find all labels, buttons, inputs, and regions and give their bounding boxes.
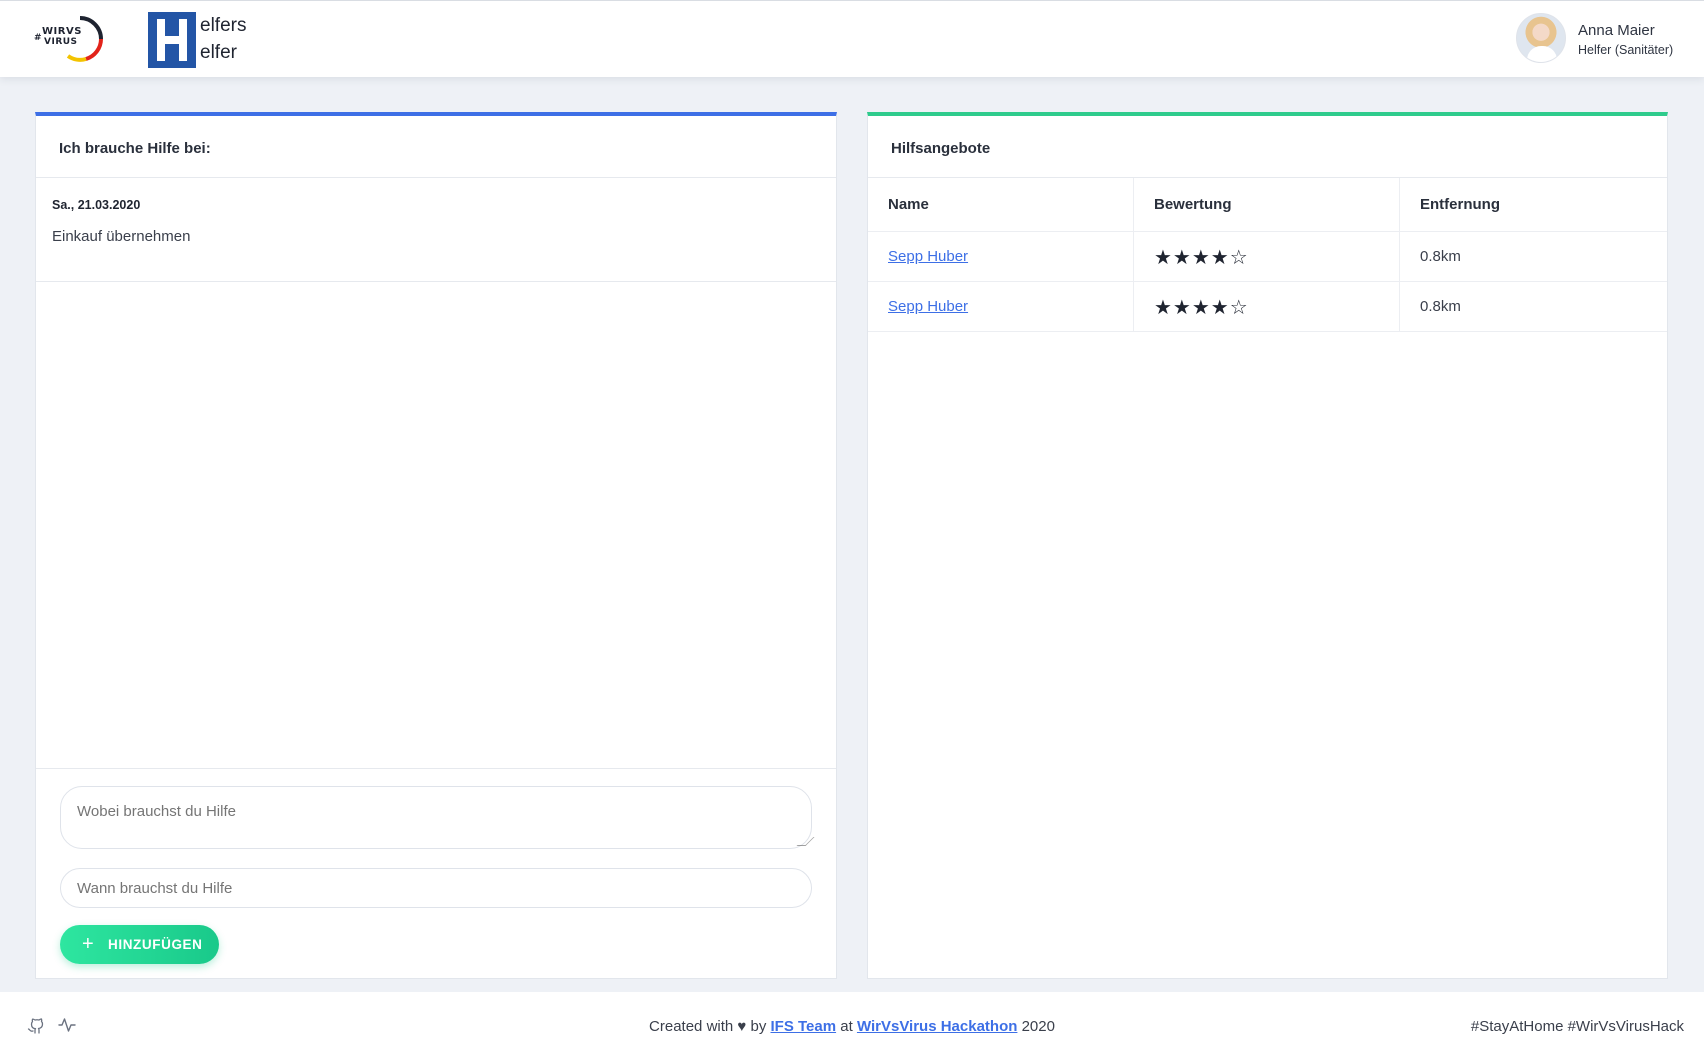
column-header-rating[interactable]: Bewertung	[1134, 178, 1400, 231]
user-role: Helfer (Sanitäter)	[1578, 43, 1674, 57]
list-item: Sa., 21.03.2020 Einkauf übernehmen	[36, 178, 836, 282]
help-request-title: Ich brauche Hilfe bei:	[36, 116, 836, 178]
ifs-team-link[interactable]: IFS Team	[771, 1018, 837, 1035]
column-header-distance[interactable]: Entfernung	[1400, 178, 1668, 231]
helfers-helfer-logo[interactable]: elfers elfer	[148, 12, 258, 68]
wirvsvirus-logo[interactable]: # WIRVS VIRUS	[30, 15, 108, 63]
credit-prefix: Created with ♥ by	[649, 1018, 771, 1035]
table-header-row: Name Bewertung Entfernung	[868, 178, 1667, 232]
table-cell-rating: ★★★★☆	[1134, 282, 1400, 331]
logo-word-1: elfers	[200, 15, 247, 36]
plus-icon: +	[82, 933, 95, 955]
request-date: Sa., 21.03.2020	[52, 198, 141, 212]
user-name: Anna Maier	[1578, 22, 1655, 39]
footer: Created with ♥ by IFS Team at WirVsVirus…	[0, 992, 1704, 1057]
table-cell-name: Sepp Huber	[868, 282, 1134, 331]
table-cell-name: Sepp Huber	[868, 232, 1134, 281]
wirvsvirus-line1: WIRVS	[42, 26, 82, 37]
add-request-form: + HINZUFÜGEN	[36, 768, 836, 979]
help-offers-card: Hilfsangebote Name Bewertung Entfernung …	[867, 112, 1668, 979]
footer-credit: Created with ♥ by IFS Team at WirVsVirus…	[0, 1018, 1704, 1035]
h-logo-icon	[148, 12, 196, 68]
table-cell-distance: 0.8km	[1420, 248, 1461, 265]
column-header-name[interactable]: Name	[868, 178, 1134, 231]
star-rating-icon: ★★★★☆	[1154, 245, 1249, 269]
table-cell-rating: ★★★★☆	[1134, 232, 1400, 281]
user-profile[interactable]: Anna Maier Helfer (Sanitäter)	[1516, 13, 1686, 65]
table-row: Sepp Huber ★★★★☆ 0.8km	[868, 282, 1667, 332]
credit-year: 2020	[1017, 1018, 1055, 1035]
footer-hashtags: #StayAtHome #WirVsVirusHack	[1470, 1018, 1684, 1035]
table-row: Sepp Huber ★★★★☆ 0.8km	[868, 232, 1667, 282]
hackathon-link[interactable]: WirVsVirus Hackathon	[857, 1018, 1017, 1035]
star-rating-icon: ★★★★☆	[1154, 295, 1249, 319]
help-offers-title: Hilfsangebote	[868, 116, 1667, 178]
table-cell-distance: 0.8km	[1420, 298, 1461, 315]
wirvsvirus-line2: VIRUS	[44, 37, 78, 47]
when-help-input[interactable]	[60, 868, 812, 908]
logo-word-2: elfer	[200, 42, 237, 63]
wirvsvirus-hash: #	[34, 33, 43, 43]
what-help-textarea[interactable]	[60, 786, 812, 849]
request-text: Einkauf übernehmen	[52, 228, 191, 245]
add-button[interactable]: + HINZUFÜGEN	[60, 925, 219, 964]
help-request-card: Ich brauche Hilfe bei: Sa., 21.03.2020 E…	[35, 112, 837, 979]
helper-name-link[interactable]: Sepp Huber	[888, 248, 968, 265]
add-button-label: HINZUFÜGEN	[108, 937, 203, 952]
helper-name-link[interactable]: Sepp Huber	[888, 298, 968, 315]
offers-table: Name Bewertung Entfernung Sepp Huber ★★★…	[868, 178, 1667, 332]
top-header: # WIRVS VIRUS elfers elfer Anna Maier He…	[0, 0, 1704, 77]
avatar[interactable]	[1516, 13, 1566, 63]
credit-mid: at	[836, 1018, 857, 1035]
